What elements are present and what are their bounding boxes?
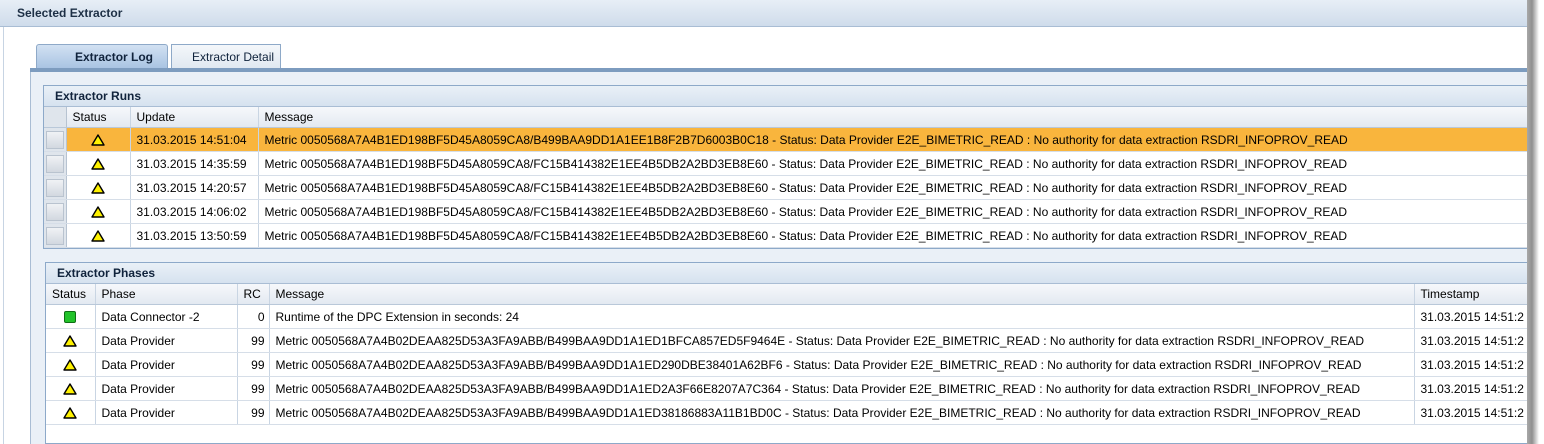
status-cell [46, 304, 96, 329]
message-cell: Metric 0050568A7A4B02DEAA825D53A3FA9ABB/… [269, 376, 1415, 401]
table-row[interactable]: Data Provider 99 Metric 0050568A7A4B02DEAA… [46, 376, 1527, 401]
message-cell: Metric 0050568A7A4B02DEAA825D53A3FA9ABB/… [269, 352, 1415, 377]
section-title-runs: Extractor Runs [44, 86, 1527, 107]
table-row[interactable]: 31.03.2015 14:06:02 Metric 0050568A7A4B1E… [44, 199, 1527, 224]
phase-cell: Data Provider [95, 376, 238, 401]
status-cell [46, 328, 96, 353]
tab-bar: Extractor Log Extractor Detail [4, 27, 1527, 75]
status-cell [46, 352, 96, 377]
status-cell [66, 127, 131, 152]
column-header-phase[interactable]: Phase [95, 284, 238, 305]
status-cell [66, 151, 131, 176]
update-cell: 31.03.2015 13:50:59 [130, 223, 259, 248]
extractor-phases-table: Status Phase RC Message Timestamp Data C… [46, 284, 1527, 425]
update-cell: 31.03.2015 14:35:59 [130, 151, 259, 176]
panel-title: Selected Extractor [0, 0, 1527, 27]
row-selector[interactable] [44, 223, 67, 248]
extractor-window: Selected Extractor Extractor Log Extract… [0, 0, 1527, 444]
rc-cell: 99 [237, 376, 270, 401]
rc-cell: 0 [237, 304, 270, 329]
warning-icon [91, 206, 105, 219]
phase-cell: Data Provider [95, 352, 238, 377]
table-row[interactable]: 31.03.2015 13:50:59 Metric 0050568A7A4B1E… [44, 223, 1527, 248]
message-cell: Metric 0050568A7A4B1ED198BF5D45A8059CA8/… [258, 175, 1527, 200]
rc-cell: 99 [237, 400, 270, 425]
table-row[interactable]: Data Provider 99 Metric 0050568A7A4B02DEAA… [46, 328, 1527, 353]
row-selector-button[interactable] [45, 178, 64, 197]
tab-extractor-log[interactable]: Extractor Log [36, 44, 168, 68]
ok-icon [64, 311, 77, 324]
phase-cell: Data Connector -2 [95, 304, 238, 329]
row-selector-button[interactable] [45, 130, 64, 149]
status-cell [66, 223, 131, 248]
phase-cell: Data Provider [95, 328, 238, 353]
warning-icon [91, 134, 105, 147]
extractor-runs-table: Status Update Message 31.03.2015 14:51:0… [44, 107, 1527, 248]
warning-icon [91, 158, 105, 171]
warning-icon [63, 335, 77, 348]
message-cell: Metric 0050568A7A4B1ED198BF5D45A8059CA8/… [258, 151, 1527, 176]
rc-cell: 99 [237, 328, 270, 353]
message-cell: Metric 0050568A7A4B1ED198BF5D45A8059CA8/… [258, 199, 1527, 224]
update-cell: 31.03.2015 14:20:57 [130, 175, 259, 200]
row-selector[interactable] [44, 199, 67, 224]
warning-icon [91, 230, 105, 243]
timestamp-cell: 31.03.2015 14:51:2 [1414, 376, 1527, 401]
row-selector-button[interactable] [45, 202, 64, 221]
table-row[interactable]: 31.03.2015 14:35:59 Metric 0050568A7A4B1E… [44, 151, 1527, 176]
warning-icon [63, 383, 77, 396]
message-cell: Metric 0050568A7A4B02DEAA825D53A3FA9ABB/… [269, 400, 1415, 425]
window-edge [1527, 0, 1544, 444]
message-cell: Runtime of the DPC Extension in seconds:… [269, 304, 1415, 329]
message-cell: Metric 0050568A7A4B1ED198BF5D45A8059CA8/… [258, 127, 1527, 152]
table-row[interactable]: Data Connector -2 0 Runtime of the DPC Ext… [46, 304, 1527, 329]
table-row[interactable]: Data Provider 99 Metric 0050568A7A4B02DEAA… [46, 400, 1527, 425]
column-header-update[interactable]: Update [130, 107, 259, 128]
column-header-message[interactable]: Message [258, 107, 1527, 128]
status-cell [46, 400, 96, 425]
warning-icon [91, 182, 105, 195]
extractor-phases-section: Extractor Phases Status Phase RC Message… [45, 262, 1527, 444]
panel-body: Extractor Log Extractor Detail Extractor… [3, 27, 1527, 444]
warning-icon [63, 359, 77, 372]
extractor-runs-section: Extractor Runs Status Update Message 31.… [43, 85, 1527, 249]
row-selector-button[interactable] [45, 154, 64, 173]
update-cell: 31.03.2015 14:06:02 [130, 199, 259, 224]
timestamp-cell: 31.03.2015 14:51:2 [1414, 352, 1527, 377]
row-selector[interactable] [44, 175, 67, 200]
timestamp-cell: 31.03.2015 14:51:2 [1414, 304, 1527, 329]
table-row[interactable]: Data Provider 99 Metric 0050568A7A4B02DEAA… [46, 352, 1527, 377]
warning-icon [63, 407, 77, 420]
rc-cell: 99 [237, 352, 270, 377]
tab-extractor-detail[interactable]: Extractor Detail [171, 44, 281, 68]
row-selector-button[interactable] [45, 226, 64, 245]
tab-content: Extractor Runs Status Update Message 31.… [30, 72, 1527, 444]
column-header-rc[interactable]: RC [237, 284, 270, 305]
table-row[interactable]: 31.03.2015 14:20:57 Metric 0050568A7A4B1E… [44, 175, 1527, 200]
status-cell [66, 175, 131, 200]
row-selector[interactable] [44, 151, 67, 176]
table-row[interactable]: 31.03.2015 14:51:04 Metric 0050568A7A4B1E… [44, 127, 1527, 152]
status-cell [46, 376, 96, 401]
row-selector[interactable] [44, 127, 67, 152]
column-header-timestamp[interactable]: Timestamp [1414, 284, 1527, 305]
select-all-header[interactable] [44, 107, 67, 128]
update-cell: 31.03.2015 14:51:04 [130, 127, 259, 152]
message-cell: Metric 0050568A7A4B1ED198BF5D45A8059CA8/… [258, 223, 1527, 248]
phase-cell: Data Provider [95, 400, 238, 425]
message-cell: Metric 0050568A7A4B02DEAA825D53A3FA9ABB/… [269, 328, 1415, 353]
timestamp-cell: 31.03.2015 14:51:2 [1414, 400, 1527, 425]
section-title-phases: Extractor Phases [46, 263, 1527, 284]
timestamp-cell: 31.03.2015 14:51:2 [1414, 328, 1527, 353]
status-cell [66, 199, 131, 224]
column-header-status[interactable]: Status [46, 284, 96, 305]
column-header-status[interactable]: Status [66, 107, 131, 128]
column-header-message[interactable]: Message [269, 284, 1415, 305]
